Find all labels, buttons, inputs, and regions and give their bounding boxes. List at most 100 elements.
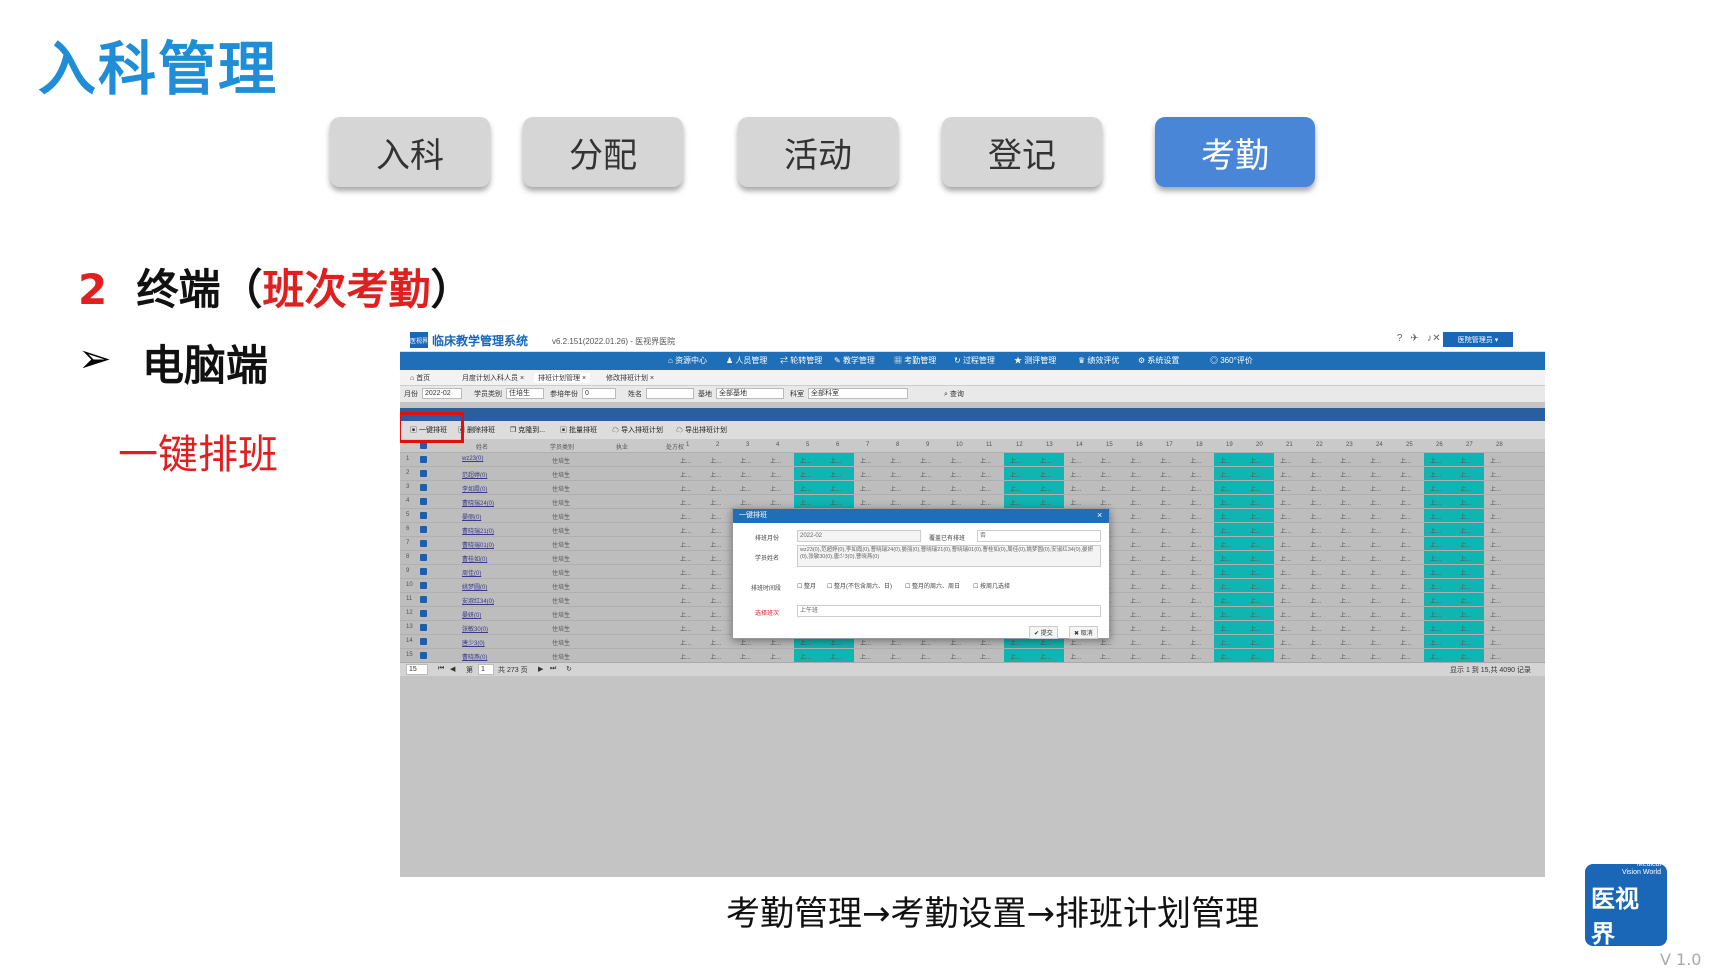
- shift-cell[interactable]: 上...: [680, 456, 691, 465]
- shift-cell[interactable]: 上...: [1400, 526, 1411, 535]
- shift-cell[interactable]: 上...: [1490, 456, 1501, 465]
- shift-cell[interactable]: 上...: [800, 484, 811, 493]
- shift-cell[interactable]: 上...: [1130, 540, 1141, 549]
- shift-cell[interactable]: 上...: [980, 638, 991, 647]
- shift-cell[interactable]: 上...: [1310, 526, 1321, 535]
- shift-cell[interactable]: 上...: [1310, 498, 1321, 507]
- shift-cell[interactable]: 上...: [1040, 638, 1051, 647]
- shift-cell[interactable]: 上...: [1370, 568, 1381, 577]
- clone-button[interactable]: ❐ 克隆到...: [510, 425, 545, 435]
- period-option-full-month[interactable]: ☐ 整月: [797, 581, 816, 590]
- shift-cell[interactable]: 上...: [1250, 456, 1261, 465]
- shift-cell[interactable]: 上...: [890, 456, 901, 465]
- nav-button-dengji[interactable]: 登记: [942, 117, 1102, 187]
- shift-cell[interactable]: 上...: [1400, 610, 1411, 619]
- shift-cell[interactable]: 上...: [1100, 484, 1111, 493]
- shift-cell[interactable]: 上...: [1130, 596, 1141, 605]
- shift-cell[interactable]: 上...: [1070, 652, 1081, 661]
- shift-cell[interactable]: 上...: [1190, 624, 1201, 633]
- shift-cell[interactable]: 上...: [1160, 540, 1171, 549]
- shift-cell[interactable]: 上...: [1430, 624, 1441, 633]
- shift-cell[interactable]: 上...: [1280, 638, 1291, 647]
- shift-cell[interactable]: 上...: [710, 610, 721, 619]
- shift-cell[interactable]: 上...: [1070, 498, 1081, 507]
- shift-cell[interactable]: 上...: [1100, 498, 1111, 507]
- shift-cell[interactable]: 上...: [1130, 652, 1141, 661]
- page-size-select[interactable]: 15: [406, 664, 428, 675]
- shift-cell[interactable]: 上...: [860, 456, 871, 465]
- shift-cell[interactable]: 上...: [1430, 540, 1441, 549]
- shift-cell[interactable]: 上...: [1310, 610, 1321, 619]
- shift-cell[interactable]: 上...: [1280, 484, 1291, 493]
- shift-cell[interactable]: 上...: [1340, 610, 1351, 619]
- shift-cell[interactable]: 上...: [1220, 456, 1231, 465]
- dialog-cancel-button[interactable]: ✖ 取消: [1069, 626, 1098, 639]
- shift-cell[interactable]: 上...: [710, 540, 721, 549]
- export-schedule-button[interactable]: ☁ 导出排班计划: [676, 425, 727, 435]
- shift-cell[interactable]: 上...: [1280, 526, 1291, 535]
- shift-cell[interactable]: 上...: [1340, 470, 1351, 479]
- shift-cell[interactable]: 上...: [1160, 568, 1171, 577]
- rocket-icon[interactable]: ✈: [1408, 333, 1421, 346]
- shift-cell[interactable]: 上...: [1100, 652, 1111, 661]
- shift-cell[interactable]: 上...: [1160, 456, 1171, 465]
- shift-cell[interactable]: 上...: [890, 484, 901, 493]
- shift-cell[interactable]: 上...: [980, 456, 991, 465]
- shift-cell[interactable]: 上...: [1310, 624, 1321, 633]
- shift-cell[interactable]: 上...: [680, 582, 691, 591]
- shift-cell[interactable]: 上...: [1010, 498, 1021, 507]
- shift-cell[interactable]: 上...: [1430, 596, 1441, 605]
- menu-item-7[interactable]: ♛ 绩效评优: [1078, 355, 1119, 366]
- shift-cell[interactable]: 上...: [1370, 470, 1381, 479]
- shift-cell[interactable]: 上...: [710, 498, 721, 507]
- shift-cell[interactable]: 上...: [1190, 554, 1201, 563]
- menu-item-8[interactable]: ⚙ 系统设置: [1138, 355, 1179, 366]
- shift-cell[interactable]: 上...: [710, 624, 721, 633]
- row-checkbox[interactable]: [420, 526, 427, 533]
- student-name-link[interactable]: 晏丽(0): [462, 512, 481, 521]
- shift-cell[interactable]: 上...: [800, 652, 811, 661]
- shift-cell[interactable]: 上...: [1010, 456, 1021, 465]
- shift-cell[interactable]: 上...: [1280, 610, 1291, 619]
- shift-cell[interactable]: 上...: [1340, 582, 1351, 591]
- table-row[interactable]: 1 wz23(0) 住培生 上... 上... 上... 上... 上... 上... 上... 上…: [400, 453, 1545, 467]
- shift-cell[interactable]: 上...: [860, 498, 871, 507]
- import-schedule-button[interactable]: ☁ 导入排班计划: [612, 425, 663, 435]
- shift-cell[interactable]: 上...: [1340, 568, 1351, 577]
- student-name-link[interactable]: 张敏30(0): [462, 624, 488, 633]
- shift-cell[interactable]: 上...: [830, 484, 841, 493]
- filter-dept-select[interactable]: 全部科室: [808, 388, 908, 399]
- shift-cell[interactable]: 上...: [1460, 582, 1471, 591]
- row-checkbox[interactable]: [420, 484, 427, 491]
- shift-cell[interactable]: 上...: [1160, 596, 1171, 605]
- shift-cell[interactable]: 上...: [1220, 526, 1231, 535]
- shift-cell[interactable]: 上...: [740, 638, 751, 647]
- student-name-link[interactable]: 曹桂如(0): [462, 554, 487, 563]
- shift-cell[interactable]: 上...: [1070, 470, 1081, 479]
- shift-cell[interactable]: 上...: [1130, 456, 1141, 465]
- batch-schedule-button[interactable]: ▣ 批量排班: [560, 425, 597, 435]
- row-checkbox[interactable]: [420, 456, 427, 463]
- period-option-weekdays[interactable]: ☐ 整月(不包含周六、日): [827, 581, 892, 590]
- shift-cell[interactable]: 上...: [1370, 540, 1381, 549]
- shift-cell[interactable]: 上...: [1340, 498, 1351, 507]
- shift-cell[interactable]: 上...: [1250, 596, 1261, 605]
- shift-cell[interactable]: 上...: [740, 470, 751, 479]
- shift-cell[interactable]: 上...: [1490, 512, 1501, 521]
- shift-cell[interactable]: 上...: [1430, 456, 1441, 465]
- row-checkbox[interactable]: [420, 512, 427, 519]
- shift-cell[interactable]: 上...: [860, 652, 871, 661]
- shift-cell[interactable]: 上...: [1370, 596, 1381, 605]
- shift-cell[interactable]: 上...: [1400, 652, 1411, 661]
- filter-month-input[interactable]: 2022-02: [422, 388, 462, 399]
- period-option-weekends[interactable]: ☐ 整月的周六、周日: [905, 581, 960, 590]
- shift-cell[interactable]: 上...: [1430, 554, 1441, 563]
- shift-cell[interactable]: 上...: [1490, 610, 1501, 619]
- shift-cell[interactable]: 上...: [1190, 568, 1201, 577]
- table-row[interactable]: 2 范超婷(0) 住培生 上... 上... 上... 上... 上... 上... 上... 上.…: [400, 467, 1545, 481]
- shift-cell[interactable]: 上...: [1430, 498, 1441, 507]
- shift-cell[interactable]: 上...: [800, 638, 811, 647]
- shift-cell[interactable]: 上...: [1250, 568, 1261, 577]
- shift-cell[interactable]: 上...: [1130, 582, 1141, 591]
- user-menu-button[interactable]: 医院管理员 ▾: [1443, 332, 1513, 347]
